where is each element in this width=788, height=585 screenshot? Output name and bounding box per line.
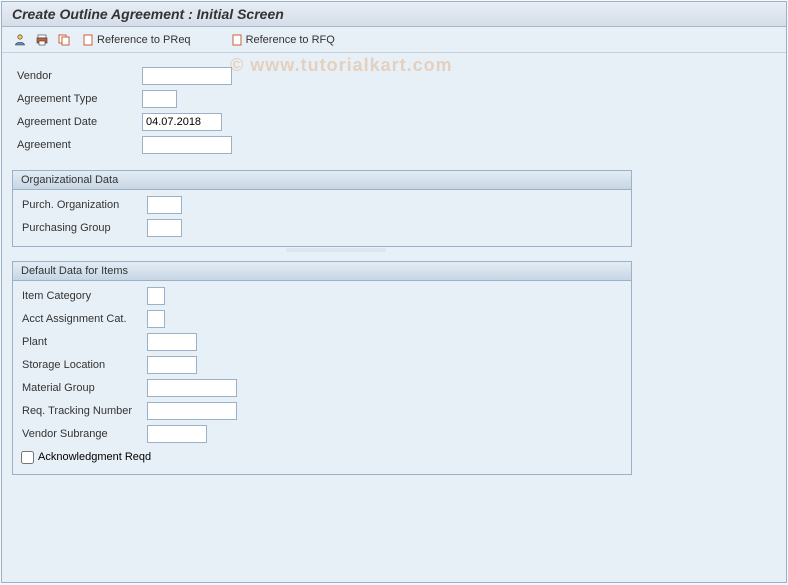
content-area: Vendor Agreement Type Agreement Date Agr… bbox=[2, 53, 786, 487]
req-tracking-input[interactable] bbox=[147, 402, 237, 420]
material-group-label: Material Group bbox=[17, 379, 147, 397]
agreement-label: Agreement bbox=[12, 136, 142, 154]
title-bar: Create Outline Agreement : Initial Scree… bbox=[2, 2, 786, 27]
purch-org-input[interactable] bbox=[147, 196, 182, 214]
ref-preq-label: Reference to PReq bbox=[97, 34, 191, 46]
window: Create Outline Agreement : Initial Scree… bbox=[1, 1, 787, 583]
document-icon bbox=[82, 34, 94, 46]
acct-assignment-label: Acct Assignment Cat. bbox=[17, 310, 147, 328]
reference-to-rfq-button[interactable]: Reference to RFQ bbox=[227, 33, 339, 47]
vendor-input[interactable] bbox=[142, 67, 232, 85]
purch-group-label: Purchasing Group bbox=[17, 219, 147, 237]
person-icon[interactable] bbox=[12, 32, 28, 48]
ack-reqd-label: Acknowledgment Reqd bbox=[38, 451, 151, 463]
storage-location-label: Storage Location bbox=[17, 356, 147, 374]
agreement-type-input[interactable] bbox=[142, 90, 177, 108]
document-icon bbox=[231, 34, 243, 46]
ack-reqd-checkbox[interactable] bbox=[21, 451, 34, 464]
vendor-label: Vendor bbox=[12, 67, 142, 85]
print-icon[interactable] bbox=[34, 32, 50, 48]
material-group-input[interactable] bbox=[147, 379, 237, 397]
agreement-date-input[interactable] bbox=[142, 113, 222, 131]
item-category-label: Item Category bbox=[17, 287, 147, 305]
item-category-input[interactable] bbox=[147, 287, 165, 305]
plant-input[interactable] bbox=[147, 333, 197, 351]
acct-assignment-input[interactable] bbox=[147, 310, 165, 328]
ref-rfq-label: Reference to RFQ bbox=[246, 34, 335, 46]
vendor-subrange-label: Vendor Subrange bbox=[17, 425, 147, 443]
page-title: Create Outline Agreement : Initial Scree… bbox=[12, 6, 284, 22]
agreement-type-label: Agreement Type bbox=[12, 90, 142, 108]
purch-org-label: Purch. Organization bbox=[17, 196, 147, 214]
purch-group-input[interactable] bbox=[147, 219, 182, 237]
default-data-group: Default Data for Items Item Category Acc… bbox=[12, 261, 632, 475]
default-data-title: Default Data for Items bbox=[13, 262, 631, 281]
vendor-subrange-input[interactable] bbox=[147, 425, 207, 443]
copy-icon[interactable] bbox=[56, 32, 72, 48]
decorative-line bbox=[286, 248, 386, 252]
storage-location-input[interactable] bbox=[147, 356, 197, 374]
reference-to-preq-button[interactable]: Reference to PReq bbox=[78, 33, 195, 47]
org-data-title: Organizational Data bbox=[13, 171, 631, 190]
agreement-date-label: Agreement Date bbox=[12, 113, 142, 131]
req-tracking-label: Req. Tracking Number bbox=[17, 402, 147, 420]
toolbar: Reference to PReq Reference to RFQ bbox=[2, 27, 786, 53]
agreement-input[interactable] bbox=[142, 136, 232, 154]
organizational-data-group: Organizational Data Purch. Organization … bbox=[12, 170, 632, 247]
plant-label: Plant bbox=[17, 333, 147, 351]
